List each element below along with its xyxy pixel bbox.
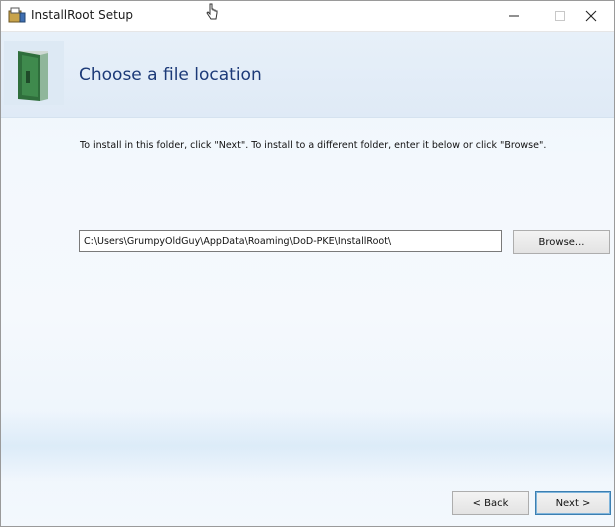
minimize-button[interactable] bbox=[491, 1, 537, 31]
minimize-icon bbox=[508, 7, 520, 26]
mouse-cursor-icon bbox=[205, 3, 219, 21]
installer-window: InstallRoot Setup Choose a file location… bbox=[0, 0, 615, 527]
background-band bbox=[1, 411, 614, 481]
title-bar: InstallRoot Setup bbox=[1, 1, 614, 32]
folder-icon bbox=[4, 41, 64, 105]
page-title: Choose a file location bbox=[79, 65, 262, 85]
next-button[interactable]: Next > bbox=[535, 491, 611, 515]
close-icon bbox=[585, 7, 597, 26]
instruction-text: To install in this folder, click "Next".… bbox=[80, 140, 547, 151]
dialog-header: Choose a file location bbox=[1, 32, 614, 118]
installer-app-icon bbox=[8, 7, 26, 23]
install-path-input[interactable] bbox=[79, 230, 502, 252]
window-title: InstallRoot Setup bbox=[31, 8, 134, 22]
close-button[interactable] bbox=[568, 1, 614, 31]
back-button[interactable]: < Back bbox=[452, 491, 529, 515]
browse-button[interactable]: Browse... bbox=[513, 230, 610, 254]
maximize-icon bbox=[554, 7, 566, 26]
